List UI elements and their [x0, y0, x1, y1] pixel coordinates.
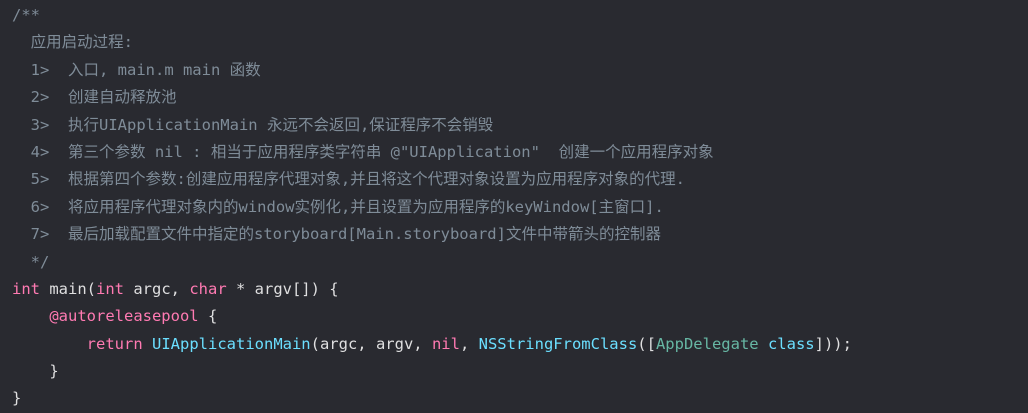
argv-param: * argv[]) {	[226, 279, 339, 298]
autoreleasepool-line: @autoreleasepool {	[12, 303, 1028, 330]
open-brace: {	[198, 307, 218, 326]
comment-step-5: 5> 根据第四个参数:创建应用程序代理对象,并且将这个代理对象设置为应用程序对象…	[12, 170, 685, 189]
return-line: return UIApplicationMain(argc, argv, nil…	[12, 331, 1028, 358]
keyword-return: return	[86, 334, 143, 353]
call-close: ]));	[814, 334, 852, 353]
argc-param: argc,	[124, 279, 190, 298]
bracket-open: ([	[637, 334, 656, 353]
comment-step-6: 6> 将应用程序代理对象内的window实例化,并且设置为应用程序的keyWin…	[12, 197, 664, 216]
keyword-int: int	[12, 279, 40, 298]
comment-step-3: 3> 执行UIApplicationMain 永远不会返回,保证程序不会销毁	[12, 115, 494, 134]
outer-close-brace-line: }	[12, 389, 22, 408]
class-appdelegate: AppDelegate	[655, 334, 759, 353]
function-uiapplicationmain: UIApplicationMain	[152, 334, 311, 353]
comment-step-2: 2> 创建自动释放池	[12, 88, 177, 107]
comment-open-line: /**	[12, 6, 40, 24]
comma: ,	[459, 334, 479, 353]
keyword-nil: nil	[431, 334, 460, 353]
keyword-char: char	[189, 279, 227, 298]
keyword-class: class	[767, 334, 815, 353]
call-args: (argc, argv,	[310, 334, 432, 353]
comment-close-line: */	[12, 252, 50, 271]
comment-step-4: 4> 第三个参数 nil : 相当于应用程序类字符串 @"UIApplicati…	[12, 142, 714, 161]
comment-title-line: 应用启动过程:	[12, 33, 133, 52]
keyword-int-param: int	[96, 279, 124, 298]
function-nsstringfromclass: NSStringFromClass	[478, 334, 638, 353]
main-signature-line: int main(int argc, char * argv[]) {	[12, 276, 1028, 303]
inner-close-brace-line: }	[12, 362, 59, 381]
main-name: main(	[40, 279, 96, 298]
code-editor[interactable]: /** 应用启动过程: 1> 入口, main.m main 函数 2> 创建自…	[0, 0, 1028, 407]
comment-step-1: 1> 入口, main.m main 函数	[12, 60, 261, 79]
comment-step-7: 7> 最后加载配置文件中指定的storyboard[Main.storyboar…	[12, 225, 661, 244]
keyword-autoreleasepool: @autoreleasepool	[49, 307, 199, 326]
